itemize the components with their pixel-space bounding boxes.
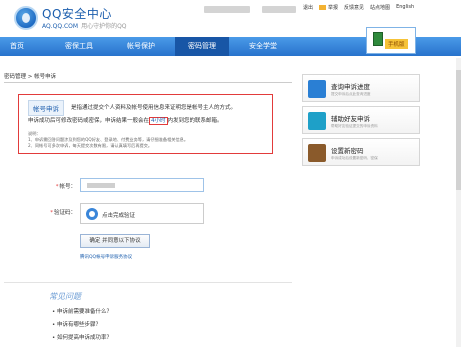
highlight-hours: 4小时 [149,117,168,125]
redacted-user-info [204,6,250,13]
shield-icon [86,208,98,220]
info-note: 说明： 1、申诉需回答问题涉及到您的QQ好友、登录地、付费业务等，请仔细准备相关… [28,131,188,149]
notice-tag: 手机版 [385,39,408,49]
nav-home[interactable]: 首页 [0,37,34,56]
confirm-button[interactable]: 确定 并同意以下协议 [80,234,150,248]
agreement-link[interactable]: 腾讯QQ帐号申诉服务协议 [80,254,132,260]
divider [4,82,292,83]
appeal-info-box: 帐号申诉 是指通过提交个人资料及帐号使用信息来证明您是帐号主人的方式。 申诉成功… [18,94,273,154]
redacted-account [87,183,115,188]
friend-icon [308,112,326,130]
nav-account-protection[interactable]: 帐号保护 [114,37,168,56]
captcha-verify-button[interactable]: 点击完成验证 [80,203,204,224]
card-title: 查询申诉进度 [331,83,370,91]
sitemap-link[interactable]: 站点地图 [370,4,390,11]
query-progress-card[interactable]: 查询申诉进度 提交申诉后点此查询进度 [302,74,420,102]
brand-title[interactable]: QQ安全中心 [42,5,112,22]
scrollbar-thumb[interactable] [456,70,461,190]
faq-item[interactable]: • 如何提高申诉成功率？ [52,333,112,341]
appeal-tag: 帐号申诉 [28,100,64,116]
account-label: *帐号： [55,184,76,190]
faq-title: 常见问题 [49,292,81,301]
card-subtitle: 申诉成功后设置新密码、密保 [331,156,378,160]
nav-security-tools[interactable]: 密保工具 [52,37,106,56]
card-subtitle: 提交申诉后点此查询进度 [331,92,371,96]
account-input[interactable] [80,178,204,192]
mail-icon [319,5,327,10]
password-icon [308,144,326,162]
card-title: 设置新密码 [331,147,364,155]
logout-link[interactable]: 退出 [303,4,313,11]
english-link[interactable]: English [396,4,414,11]
mobile-notice[interactable]: 手机版 [366,27,416,54]
assist-friend-card[interactable]: 辅助好友申诉 帮助好友验证提交的申诉资料 [302,106,420,134]
top-links: 退出 举报 反馈意见 站点地图 English [303,4,414,11]
faq-item[interactable]: • 申诉有哪些步骤？ [52,320,101,328]
breadcrumb: 密码管理 > 帐号申诉 [4,74,57,80]
note-item: 2、同帐号可多次申诉，每天提交次数有限，请认真填写后再提交。 [28,143,153,148]
qq-logo-icon[interactable] [14,6,38,30]
faq-item[interactable]: • 申诉前需要准备什么？ [52,307,112,315]
report-link[interactable]: 举报 [319,4,338,11]
verify-hint: 点击完成验证 [102,213,136,219]
feedback-link[interactable]: 反馈意见 [344,4,364,11]
set-password-card[interactable]: 设置新密码 申诉成功后设置新密码、密保 [302,138,420,166]
brand-slogan: 用心守护你的QQ [81,23,127,30]
brand-domain: AQ.QQ.COM [42,23,79,30]
nav-security-school[interactable]: 安全学堂 [236,37,290,56]
phone-icon [373,32,383,46]
info-line-2-suffix: 内发到您的联系邮箱。 [167,118,223,124]
redacted-user-info [262,6,296,13]
info-line-1: 是指通过提交个人资料及帐号使用信息来证明您是帐号主人的方式。 [71,105,237,111]
divider [4,282,292,283]
card-title: 辅助好友申诉 [331,115,370,123]
search-icon [308,80,326,98]
card-subtitle: 帮助好友验证提交的申诉资料 [331,124,378,128]
verify-label: *验证码： [50,210,76,216]
brand-subtitle: AQ.QQ.COM 用心守护你的QQ [42,21,127,30]
info-line-2: 申诉成功后可修改密码或密保，申诉结果一般会在 4小时 内发到您的联系邮箱。 [28,116,223,125]
nav-password-management[interactable]: 密码管理 [175,37,229,56]
info-line-2-prefix: 申诉成功后可修改密码或密保，申诉结果一般会在 [28,118,150,124]
